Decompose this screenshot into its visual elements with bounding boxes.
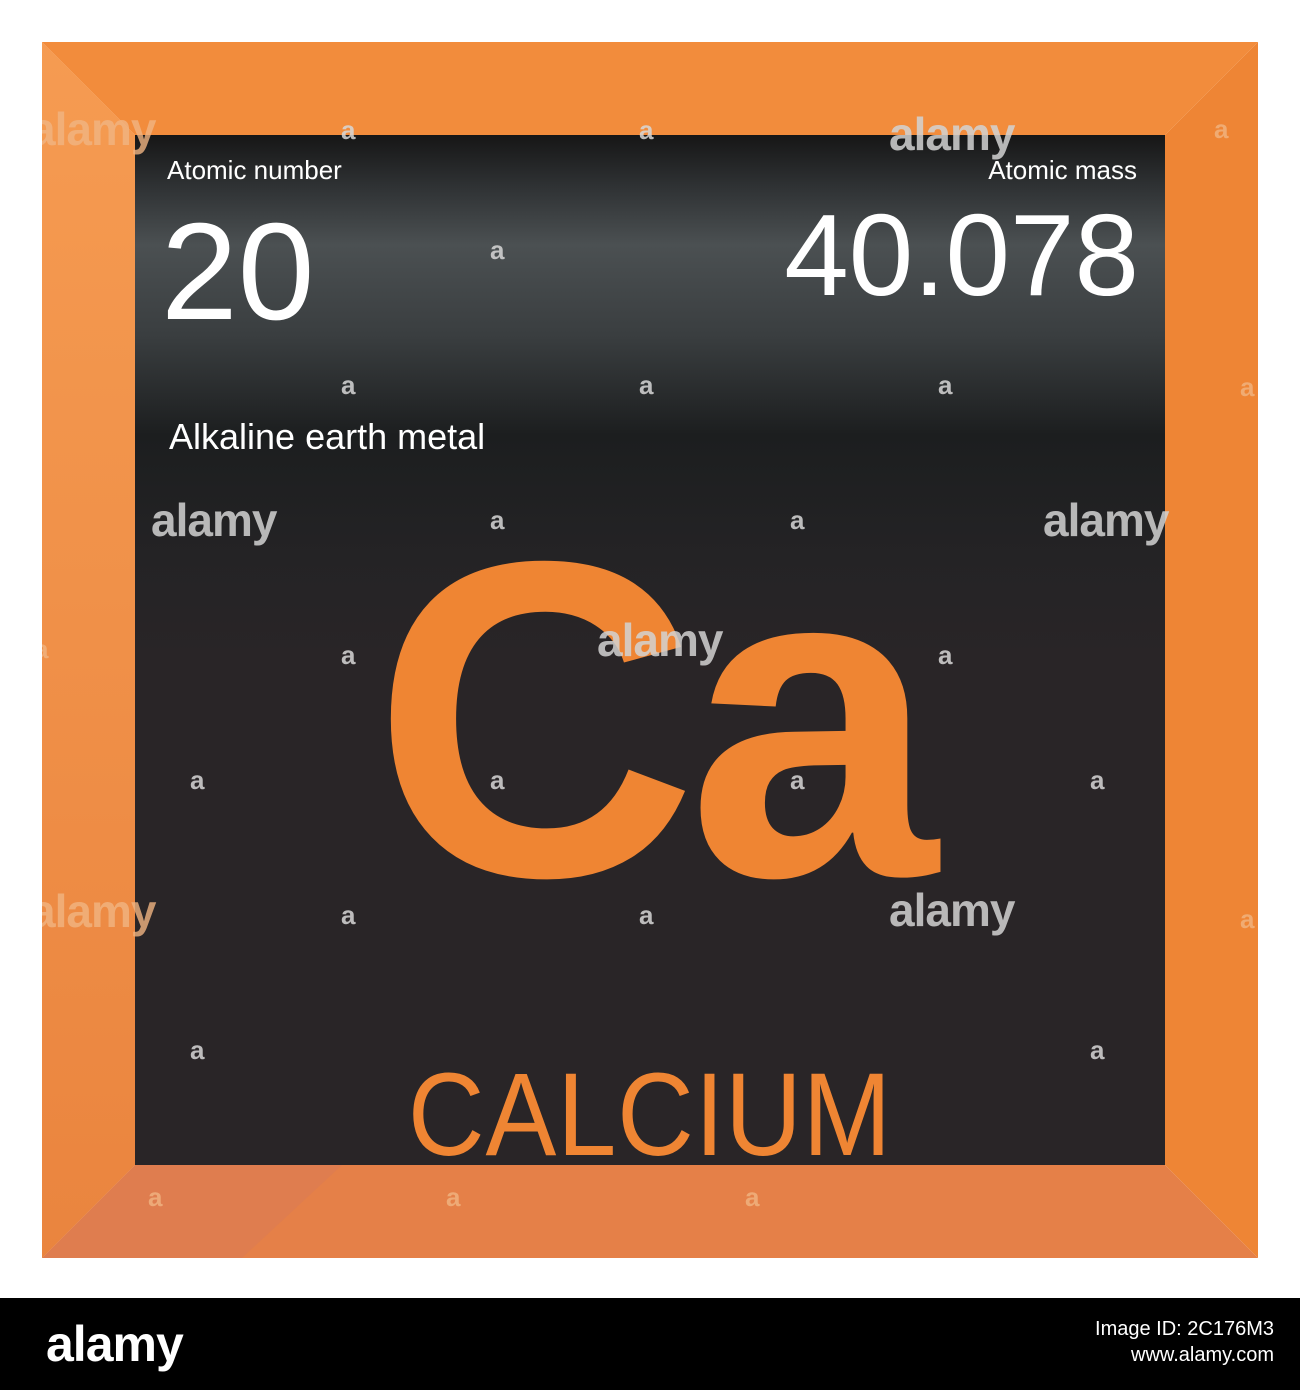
element-name: CALCIUM — [407, 1049, 893, 1181]
watermark-mark: a — [341, 370, 356, 400]
watermark-mark: a — [790, 505, 805, 535]
watermark-mark: a — [1090, 1035, 1105, 1065]
watermark-mark: a — [490, 765, 505, 795]
image-credit: Image ID: 2C176M3 www.alamy.com — [1095, 1316, 1274, 1368]
watermark-mark: a — [938, 370, 953, 400]
watermark-mark: a — [1090, 765, 1105, 795]
atomic-number-label: Atomic number — [167, 155, 342, 185]
watermark-brand: alamy — [1043, 494, 1169, 546]
watermark-mark: a — [639, 900, 654, 930]
watermark-mark: a — [745, 1182, 760, 1212]
image-id: Image ID: 2C176M3 — [1095, 1318, 1274, 1340]
element-card-page: Atomic number Atomic mass 20 40.078 Alka… — [0, 0, 1300, 1390]
watermark-mark: a — [446, 1182, 461, 1212]
watermark-mark: a — [341, 115, 356, 145]
watermark-mark: a — [639, 115, 654, 145]
watermark-mark: a — [1214, 114, 1229, 144]
site-url: www.alamy.com — [1131, 1344, 1274, 1366]
atomic-mass: 40.078 — [784, 190, 1139, 320]
watermark-mark: a — [148, 1182, 163, 1212]
element-symbol: Ca — [372, 469, 937, 971]
watermark-mark: a — [341, 900, 356, 930]
watermark-brand: alamy — [42, 885, 156, 937]
footer-bar: alamy Image ID: 2C176M3 www.alamy.com — [0, 1298, 1300, 1390]
watermark-brand: alamy — [597, 614, 723, 666]
watermark-mark: a — [639, 370, 654, 400]
watermark-brand: alamy — [889, 884, 1015, 936]
element-tile: Atomic number Atomic mass 20 40.078 Alka… — [135, 108, 1169, 1175]
atomic-number: 20 — [161, 195, 315, 349]
watermark-mark: a — [490, 505, 505, 535]
element-category: Alkaline earth metal — [169, 416, 486, 457]
watermark-mark: a — [341, 640, 356, 670]
watermark-brand: alamy — [889, 108, 1015, 160]
watermark-brand: alamy — [151, 494, 277, 546]
watermark-brand: alamy — [42, 103, 156, 155]
orange-frame: Atomic number Atomic mass 20 40.078 Alka… — [42, 42, 1258, 1258]
watermark-mark: a — [490, 235, 505, 265]
watermark-mark: a — [42, 634, 48, 665]
watermark-mark: a — [190, 1035, 205, 1065]
alamy-logo: alamy — [46, 1316, 184, 1372]
watermark-mark: a — [1240, 904, 1255, 934]
watermark-mark: a — [790, 765, 805, 795]
watermark-mark: a — [938, 640, 953, 670]
watermark-mark: a — [190, 765, 205, 795]
watermark-mark: a — [1240, 372, 1255, 402]
